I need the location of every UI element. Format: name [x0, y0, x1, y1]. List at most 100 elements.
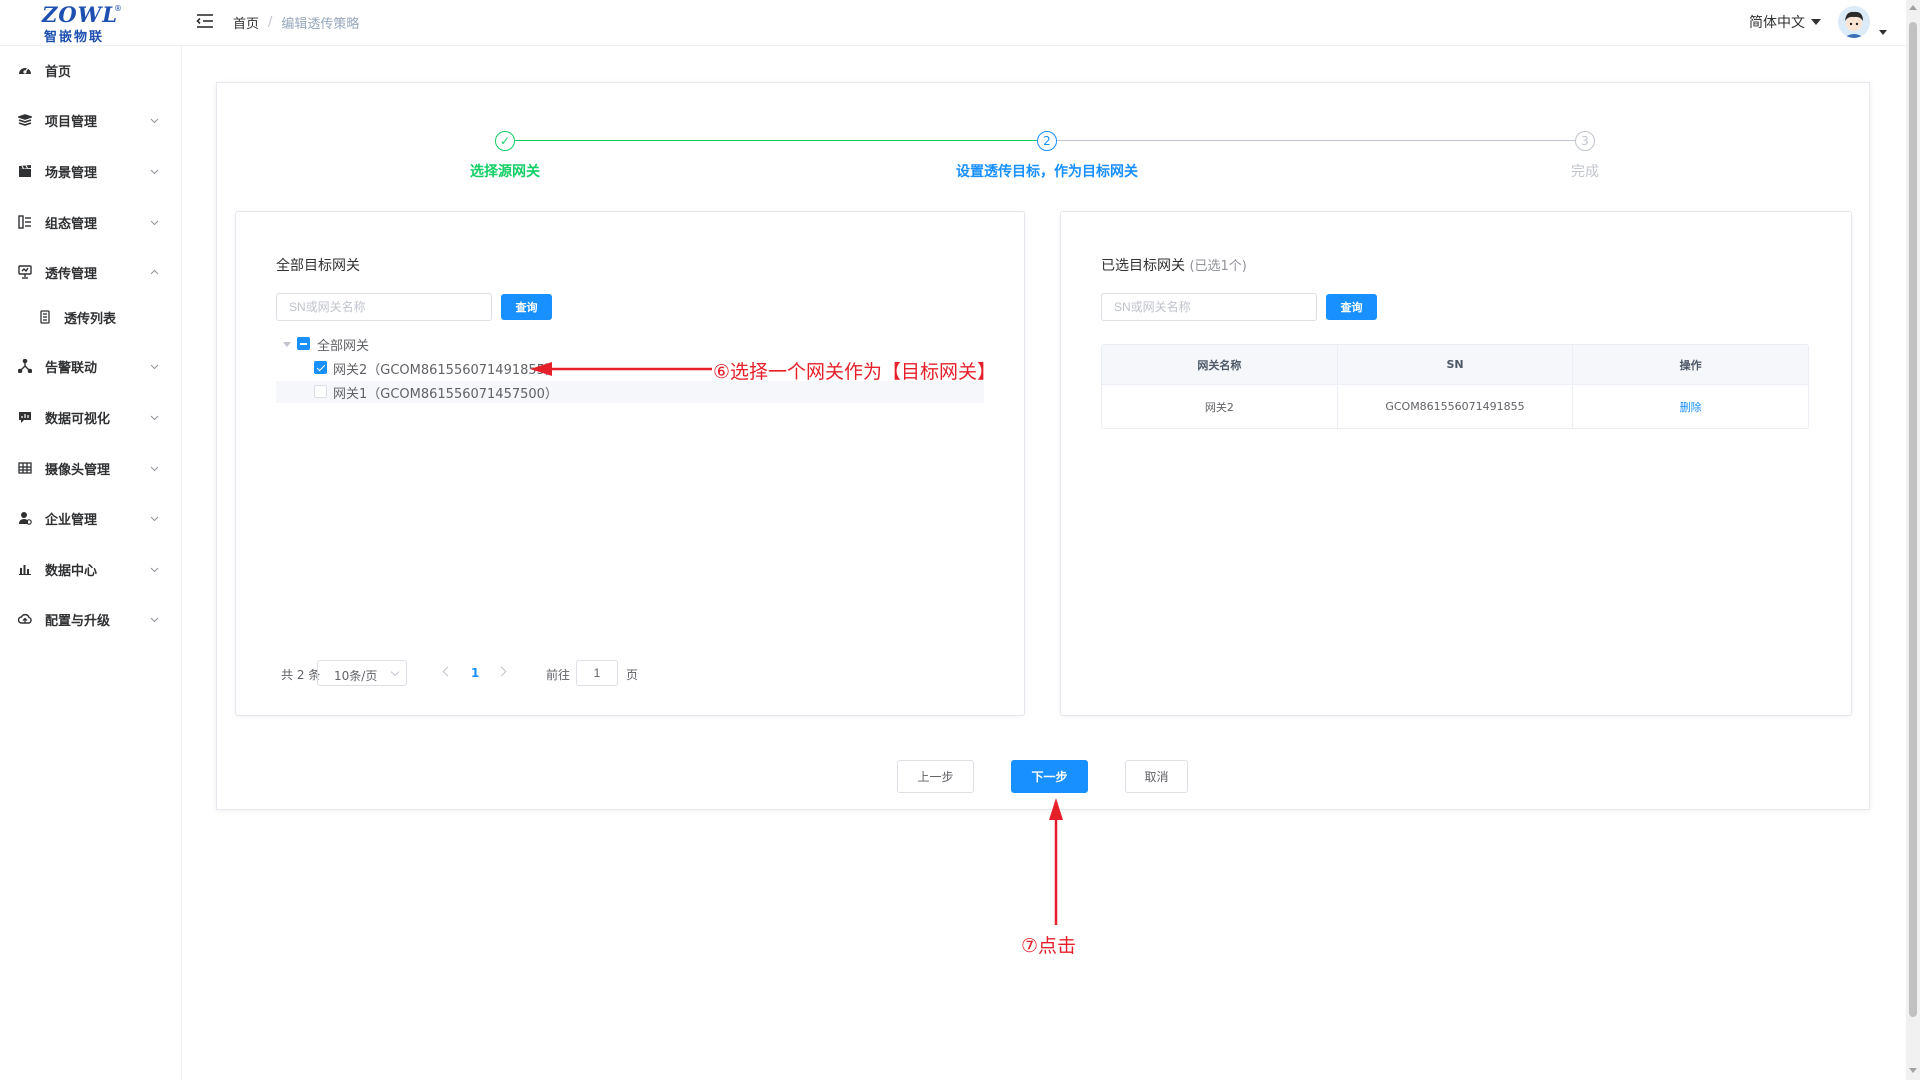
language-selector[interactable]: 简体中文: [1749, 12, 1821, 32]
gateway-search-input[interactable]: [276, 293, 492, 321]
clapper-icon: [19, 165, 31, 177]
prev-step-button[interactable]: 上一步: [897, 760, 974, 793]
tree-root-checkbox[interactable]: [297, 337, 310, 350]
page-size-select[interactable]: 10条/页: [317, 660, 407, 686]
logo-cn-text: 智嵌物联: [44, 30, 105, 45]
scroll-down-icon[interactable]: [1909, 1068, 1917, 1073]
sidebar-item-label: 配置与升级: [45, 613, 111, 629]
step-1-check-icon: ✓: [495, 131, 515, 151]
gateway-1-checkbox[interactable]: [314, 385, 327, 398]
caret-down-icon: [1811, 19, 1821, 25]
sidebar-item-label: 告警联动: [45, 360, 98, 376]
sidebar-item-config-upgrade[interactable]: 配置与升级: [0, 599, 181, 639]
chevron-down-icon: [150, 516, 159, 521]
sidebar-item-project[interactable]: 项目管理: [0, 100, 181, 140]
table-header: 网关名称 SN 操作: [1102, 345, 1808, 385]
logo-brand: ZOWL: [42, 2, 118, 27]
search-button[interactable]: 查询: [501, 294, 552, 320]
column-header-sn: SN: [1338, 345, 1574, 384]
sidebar-item-home[interactable]: 首页: [0, 50, 181, 90]
selected-count: (已选1个): [1189, 259, 1247, 274]
pagination-total: 共 2 条: [281, 668, 321, 682]
page-unit-label: 页: [626, 668, 639, 682]
goto-label: 前往: [546, 668, 571, 682]
chevron-down-icon: [150, 118, 159, 123]
sidebar-item-label: 透传管理: [45, 266, 98, 282]
step-3-title: 完成: [1571, 164, 1599, 180]
chat-chart-icon: [19, 412, 31, 423]
logo: ZOWL ® 智嵌物联: [28, 2, 128, 45]
cell-action: 删除: [1573, 385, 1808, 428]
next-page-icon[interactable]: [496, 666, 507, 677]
annotation-click-hint: ⑦点击: [1021, 935, 1077, 957]
sidebar-item-alarm[interactable]: 告警联动: [0, 346, 181, 386]
tree-node-gateway-2[interactable]: 网关2（GCOM861556071491855）: [333, 357, 558, 379]
sidebar-item-label: 项目管理: [45, 114, 98, 130]
gateway-2-checkbox[interactable]: [314, 361, 327, 374]
sidebar-item-label: 摄像头管理: [45, 462, 111, 478]
annotation-select-hint: ⑥选择一个网关作为【目标网关】: [713, 361, 997, 383]
chevron-down-icon: [150, 415, 159, 420]
user-gear-icon: [19, 512, 32, 525]
tree-node-gateway-1[interactable]: 网关1（GCOM861556071457500）: [333, 381, 558, 403]
sidebar-toggle-icon[interactable]: [196, 13, 214, 29]
sidebar-item-label: 首页: [45, 64, 72, 80]
table-row: 网关2 GCOM861556071491855 删除: [1102, 385, 1808, 428]
step-1-title: 选择源网关: [470, 164, 540, 180]
step-2-title: 设置透传目标，作为目标网关: [956, 164, 1138, 180]
delete-link[interactable]: 删除: [1680, 399, 1702, 415]
tree-root-label[interactable]: 全部网关: [317, 333, 369, 355]
avatar-caret-icon[interactable]: [1879, 30, 1887, 35]
sidebar-item-passthrough[interactable]: 透传管理: [0, 252, 181, 292]
sidebar-item-enterprise[interactable]: 企业管理: [0, 498, 181, 538]
sidebar-item-label: 数据可视化: [45, 411, 111, 427]
step-connector-1: [515, 140, 1037, 141]
cancel-button[interactable]: 取消: [1125, 760, 1188, 793]
goto-page-input[interactable]: [576, 660, 618, 686]
sidebar-item-scene[interactable]: 场景管理: [0, 151, 181, 191]
cloud-upload-icon: [18, 613, 32, 624]
grid-icon: [18, 462, 32, 474]
next-step-button[interactable]: 下一步: [1011, 760, 1088, 793]
app-root: ZOWL ® 智嵌物联 首页 / 编辑透传策略 简体中文 首页 项目管理 场景管…: [0, 0, 1920, 1080]
search-button[interactable]: 查询: [1326, 294, 1377, 320]
chevron-up-icon: [150, 269, 159, 274]
sidebar-item-passthrough-list[interactable]: 透传列表: [0, 297, 181, 337]
sidebar-item-topology[interactable]: 组态管理: [0, 202, 181, 242]
breadcrumb-current: 编辑透传策略: [281, 17, 360, 32]
sidebar: 首页 项目管理 场景管理 组态管理 透传管理 透传列表 告警联动 数据可视化 摄…: [0, 46, 182, 1080]
selected-title-text: 已选目标网关: [1101, 258, 1185, 274]
chevron-down-icon: [150, 364, 159, 369]
chevron-down-icon: [150, 466, 159, 471]
column-header-name: 网关名称: [1102, 345, 1338, 384]
step-3-number: 3: [1575, 131, 1595, 151]
prev-page-icon[interactable]: [442, 666, 453, 677]
monitor-icon: [18, 265, 32, 279]
sidebar-item-label: 企业管理: [45, 512, 98, 528]
cell-gateway-sn: GCOM861556071491855: [1338, 385, 1574, 428]
page-scrollbar[interactable]: [1906, 0, 1920, 1080]
scrollbar-thumb[interactable]: [1909, 22, 1917, 1017]
top-header: ZOWL ® 智嵌物联 首页 / 编辑透传策略 简体中文: [0, 0, 1906, 46]
sidebar-item-camera[interactable]: 摄像头管理: [0, 448, 181, 488]
main-card: ✓ 选择源网关 2 设置透传目标，作为目标网关 3 完成 全部目标网关 查询 全…: [216, 82, 1870, 810]
bar-chart-icon: [19, 565, 31, 575]
all-target-gateways-panel: 全部目标网关 查询 全部网关 网关2（GCOM861556071491855） …: [235, 211, 1025, 716]
step-2-number: 2: [1037, 131, 1057, 151]
sidebar-item-label: 场景管理: [45, 165, 98, 181]
scroll-up-icon[interactable]: [1909, 5, 1917, 10]
sidebar-item-label: 组态管理: [45, 216, 98, 232]
page-number-current[interactable]: 1: [471, 666, 479, 680]
selected-search-input[interactable]: [1101, 293, 1317, 321]
chevron-down-icon: [150, 567, 159, 572]
topology-icon: [18, 215, 31, 229]
tree-expand-icon[interactable]: [283, 342, 291, 347]
annotation-arrow-click: [1049, 798, 1063, 925]
breadcrumb-home[interactable]: 首页: [233, 13, 259, 32]
cell-gateway-name: 网关2: [1102, 385, 1338, 428]
chevron-down-icon: [150, 617, 159, 622]
avatar[interactable]: [1838, 6, 1870, 38]
sidebar-item-data-center[interactable]: 数据中心: [0, 549, 181, 589]
sidebar-item-visualization[interactable]: 数据可视化: [0, 397, 181, 437]
panel-title: 全部目标网关: [276, 258, 360, 274]
